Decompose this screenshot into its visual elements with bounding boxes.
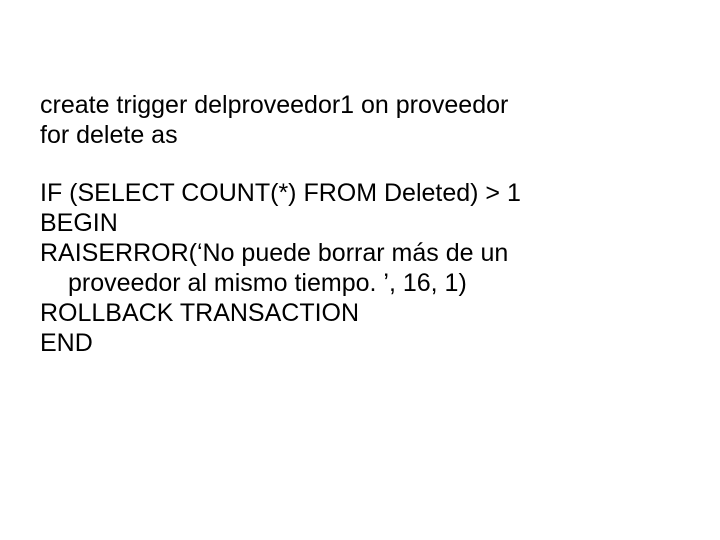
slide: create trigger delproveedor1 on proveedo… <box>0 0 720 540</box>
code-line: create trigger delproveedor1 on proveedo… <box>40 90 680 120</box>
code-line: RAISERROR(‘No puede borrar más de un <box>40 238 680 268</box>
code-line: IF (SELECT COUNT(*) FROM Deleted) > 1 <box>40 178 680 208</box>
code-block-1: create trigger delproveedor1 on proveedo… <box>40 90 680 150</box>
code-block-2: IF (SELECT COUNT(*) FROM Deleted) > 1 BE… <box>40 178 680 358</box>
code-line: BEGIN <box>40 208 680 238</box>
code-line: for delete as <box>40 120 680 150</box>
code-line: ROLLBACK TRANSACTION <box>40 298 680 328</box>
code-line: proveedor al mismo tiempo. ’, 16, 1) <box>40 268 680 298</box>
code-line: END <box>40 328 680 358</box>
